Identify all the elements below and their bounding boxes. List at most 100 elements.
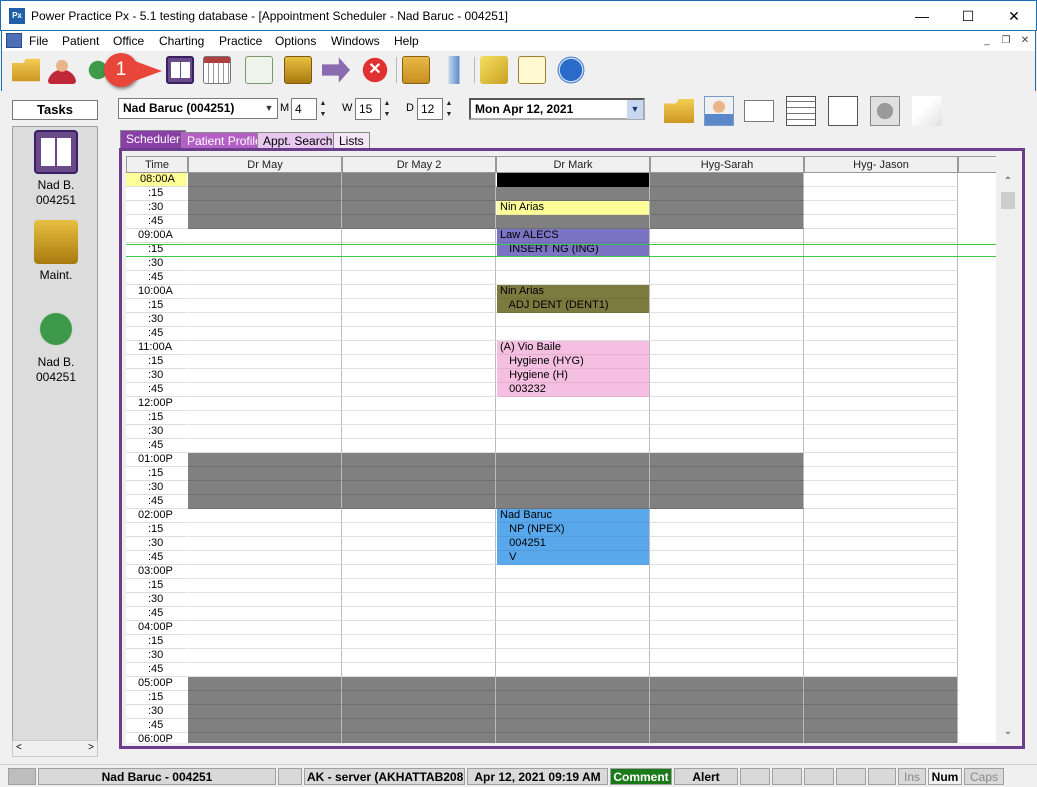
schedule-slot[interactable]	[650, 593, 804, 607]
schedule-slot[interactable]	[342, 663, 496, 677]
schedule-slot[interactable]	[342, 215, 496, 229]
schedule-slot[interactable]	[650, 621, 804, 635]
schedule-slot[interactable]	[188, 383, 342, 397]
tasks-hscrollbar[interactable]: < >	[12, 740, 98, 757]
schedule-slot[interactable]	[342, 705, 496, 719]
schedule-slot[interactable]	[804, 187, 958, 201]
schedule-slot[interactable]	[650, 229, 804, 243]
month-spinner-buttons[interactable]: ▲ ▼	[318, 98, 328, 120]
schedule-slot[interactable]	[804, 663, 958, 677]
schedule-slot[interactable]	[496, 411, 650, 425]
schedule-slot[interactable]	[188, 509, 342, 523]
mdi-minimize-button[interactable]: _	[980, 34, 994, 48]
schedule-slot[interactable]	[496, 677, 650, 691]
chevron-down-icon[interactable]: ▼	[261, 99, 277, 118]
schedule-slot[interactable]	[188, 719, 342, 733]
schedule-slot[interactable]	[188, 691, 342, 705]
scroll-down-icon[interactable]: ⌄	[999, 724, 1017, 740]
edit-icon[interactable]	[828, 96, 858, 126]
schedule-slot[interactable]	[650, 453, 804, 467]
schedule-slot[interactable]	[342, 467, 496, 481]
schedule-slot[interactable]	[804, 369, 958, 383]
column-header-dr-may[interactable]: Dr May	[188, 156, 342, 173]
schedule-slot[interactable]	[804, 467, 958, 481]
scroll-thumb[interactable]	[1001, 192, 1015, 209]
schedule-slot[interactable]	[650, 299, 804, 313]
schedule-slot[interactable]	[496, 187, 650, 201]
schedule-slot[interactable]	[496, 733, 650, 743]
open-folder-icon[interactable]	[12, 58, 40, 82]
schedule-slot[interactable]	[188, 397, 342, 411]
settings-icon[interactable]	[870, 96, 900, 126]
menu-charting[interactable]: Charting	[159, 34, 204, 48]
schedule-slot[interactable]	[804, 593, 958, 607]
schedule-slot[interactable]	[650, 663, 804, 677]
schedule-slot[interactable]	[804, 215, 958, 229]
schedule-slot[interactable]	[188, 313, 342, 327]
schedule-slot[interactable]	[496, 453, 650, 467]
schedule-slot[interactable]	[342, 257, 496, 271]
schedule-slot[interactable]	[650, 383, 804, 397]
schedule-slot[interactable]	[342, 635, 496, 649]
schedule-slot[interactable]	[342, 383, 496, 397]
schedule-slot[interactable]	[804, 509, 958, 523]
schedule-slot[interactable]	[804, 355, 958, 369]
date-picker[interactable]: Mon Apr 12, 2021 ▼	[469, 98, 645, 120]
schedule-slot[interactable]	[188, 467, 342, 481]
edi-icon[interactable]	[322, 57, 350, 83]
schedule-slot[interactable]	[650, 509, 804, 523]
patient-profile-icon[interactable]	[704, 96, 734, 126]
schedule-slot[interactable]	[188, 453, 342, 467]
schedule-slot[interactable]	[342, 495, 496, 509]
schedule-slot[interactable]	[804, 257, 958, 271]
schedule-slot[interactable]	[342, 173, 496, 187]
column-header-hyg-sarah[interactable]: Hyg-Sarah	[650, 156, 804, 173]
schedule-slot[interactable]	[496, 565, 650, 579]
schedule-slot[interactable]	[496, 663, 650, 677]
schedule-slot[interactable]	[188, 411, 342, 425]
schedule-slot[interactable]	[804, 579, 958, 593]
schedule-slot[interactable]	[496, 621, 650, 635]
schedule-slot[interactable]	[188, 215, 342, 229]
schedule-slot[interactable]	[650, 215, 804, 229]
schedule-slot[interactable]	[650, 313, 804, 327]
schedule-slot[interactable]	[804, 551, 958, 565]
schedule-slot[interactable]	[804, 719, 958, 733]
schedule-slot[interactable]	[496, 719, 650, 733]
menu-practice[interactable]: Practice	[219, 34, 262, 48]
comment-button[interactable]: Comment	[610, 768, 672, 785]
schedule-slot[interactable]	[188, 425, 342, 439]
schedule-slot[interactable]	[188, 173, 342, 187]
schedule-slot[interactable]	[342, 579, 496, 593]
schedule-slot[interactable]	[650, 425, 804, 439]
schedule-slot[interactable]	[650, 411, 804, 425]
schedule-slot[interactable]	[650, 551, 804, 565]
schedule-slot[interactable]	[188, 481, 342, 495]
schedule-slot[interactable]	[804, 677, 958, 691]
menu-office[interactable]: Office	[113, 34, 144, 48]
schedule-slot[interactable]	[342, 299, 496, 313]
schedule-slot[interactable]	[188, 271, 342, 285]
schedule-slot[interactable]	[804, 705, 958, 719]
help-icon[interactable]	[557, 56, 585, 84]
schedule-slot[interactable]	[496, 579, 650, 593]
schedule-slot[interactable]	[804, 565, 958, 579]
schedule-slot[interactable]	[342, 341, 496, 355]
schedule-slot[interactable]	[188, 243, 342, 257]
schedule-slot[interactable]	[650, 341, 804, 355]
mdi-doc-icon[interactable]	[6, 33, 22, 48]
calendar-grid-icon[interactable]	[786, 96, 816, 126]
day-spinner[interactable]: 12	[417, 98, 443, 120]
schedule-slot[interactable]	[496, 425, 650, 439]
schedule-slot[interactable]	[804, 271, 958, 285]
scheduler-book-icon[interactable]	[166, 56, 194, 84]
schedule-slot[interactable]	[342, 523, 496, 537]
schedule-slot[interactable]	[188, 565, 342, 579]
schedule-slot[interactable]	[188, 299, 342, 313]
mdi-close-button[interactable]: ✕	[1018, 34, 1032, 48]
schedule-slot[interactable]	[342, 187, 496, 201]
id-card-icon[interactable]	[744, 100, 774, 122]
schedule-slot[interactable]	[188, 621, 342, 635]
schedule-slot[interactable]	[342, 313, 496, 327]
schedule-slot[interactable]	[650, 355, 804, 369]
